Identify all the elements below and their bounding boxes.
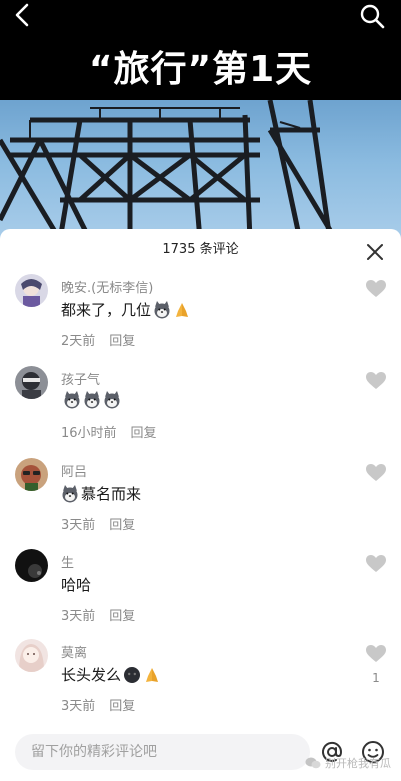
avatar[interactable] [15, 639, 48, 672]
comment-text-content: 都来了，几位 [61, 301, 152, 319]
heart-icon[interactable] [366, 372, 386, 390]
husky-emoji [84, 391, 100, 409]
comment-author[interactable]: 阿吕 [61, 461, 87, 480]
comment-meta: 2天前 回复 [61, 330, 135, 349]
comment-author[interactable]: 生 [61, 552, 74, 571]
heart-icon[interactable] [366, 464, 386, 482]
comment-meta: 16小时前 回复 [61, 422, 157, 441]
comment-author[interactable]: 晚安.(无标李信) [61, 277, 153, 296]
heart-icon[interactable] [366, 280, 386, 298]
comment-text: 慕名而来 [61, 483, 141, 504]
reply-button[interactable]: 回复 [109, 518, 135, 533]
comment-meta: 3天前 回复 [61, 514, 135, 533]
wechat-logo-icon [305, 757, 321, 769]
husky-emoji [64, 391, 80, 409]
comment-author[interactable]: 孩子气 [61, 369, 100, 388]
watermark: 别开枪我有瓜 [305, 755, 391, 771]
heart-icon[interactable] [366, 555, 386, 573]
avatar[interactable] [15, 458, 48, 491]
like-count: 1 [372, 671, 380, 685]
avatar[interactable] [15, 549, 48, 582]
pray-emoji [176, 302, 189, 317]
pray-emoji [146, 667, 159, 682]
back-arrow-icon[interactable] [8, 2, 38, 28]
reply-button[interactable]: 回复 [109, 334, 135, 349]
comment-text: 哈哈 [61, 574, 91, 595]
comment-text: 长头发么 [61, 664, 161, 685]
reply-button[interactable]: 回复 [109, 609, 135, 624]
comment-text-content: 长头发么 [61, 666, 122, 684]
comment-author[interactable]: 莫离 [61, 642, 87, 661]
husky-emoji [62, 484, 78, 502]
heart-icon[interactable] [366, 645, 386, 663]
video-title: “旅行”第1天 [88, 49, 313, 90]
comment-count-header: 1735 条评论 [162, 242, 239, 257]
comment-text: 都来了，几位 [61, 299, 191, 320]
comment-time: 3天前 [61, 699, 96, 714]
comment-time: 2天前 [61, 334, 96, 349]
comment-input-bar [0, 726, 401, 781]
watermark-text: 别开枪我有瓜 [325, 757, 391, 770]
husky-emoji [104, 391, 120, 409]
comment-text-content: 慕名而来 [81, 485, 142, 503]
dark-face-emoji [124, 666, 141, 683]
comment-text-content: 哈哈 [61, 576, 92, 594]
search-icon[interactable] [358, 2, 388, 30]
comment-meta: 3天前 回复 [61, 695, 135, 714]
reply-button[interactable]: 回复 [131, 426, 157, 441]
comment-time: 3天前 [61, 609, 96, 624]
comment-meta: 3天前 回复 [61, 605, 135, 624]
video-player[interactable]: “旅行”第1天 [0, 0, 401, 240]
comment-time: 16小时前 [61, 426, 117, 441]
close-icon[interactable] [364, 241, 386, 263]
comment-sheet: 1735 条评论 晚安.(无标李信) 都来了，几位 2天前 回复 孩子气 16小… [0, 229, 401, 781]
comment-input[interactable] [15, 734, 310, 770]
avatar[interactable] [15, 366, 48, 399]
comment-text [61, 391, 121, 409]
husky-emoji [154, 300, 170, 318]
comment-time: 3天前 [61, 518, 96, 533]
avatar[interactable] [15, 274, 48, 307]
bridge-truss-image [0, 100, 333, 240]
reply-button[interactable]: 回复 [109, 699, 135, 714]
